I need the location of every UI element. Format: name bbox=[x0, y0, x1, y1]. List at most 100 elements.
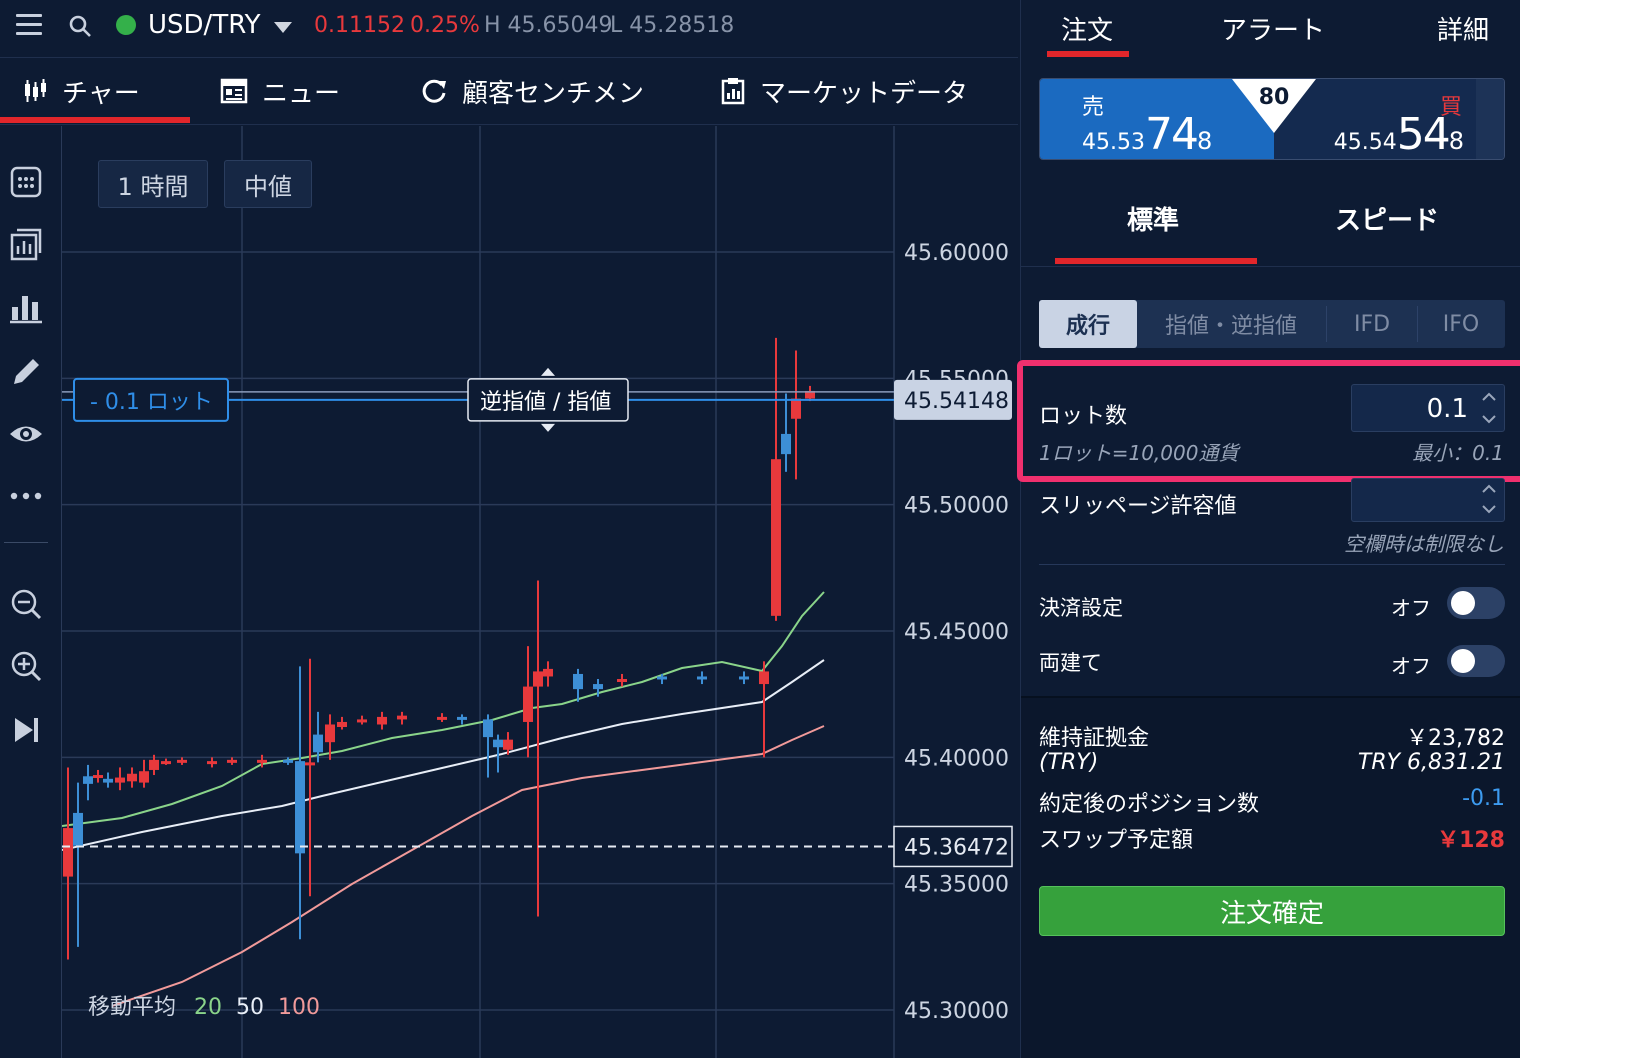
candle-body-up[interactable] bbox=[161, 761, 171, 765]
settle-toggle[interactable] bbox=[1447, 587, 1505, 619]
order-type-market[interactable]: 成行 bbox=[1039, 300, 1137, 348]
order-type-selector: 成行 指値・逆指値 IFD IFO bbox=[1039, 300, 1505, 348]
candle-body-down[interactable] bbox=[295, 761, 305, 854]
tab-order[interactable]: 注文 bbox=[1061, 10, 1113, 47]
chevron-down-icon[interactable] bbox=[1480, 501, 1498, 517]
tab-news[interactable]: ニュー bbox=[220, 71, 340, 111]
candle-body-up[interactable] bbox=[257, 759, 267, 763]
zoom-in-icon[interactable] bbox=[8, 648, 44, 684]
candle-body-up[interactable] bbox=[93, 775, 103, 779]
candle-body-down[interactable] bbox=[697, 676, 707, 680]
ma-legend-period: 20 bbox=[194, 995, 222, 1020]
candle-body-up[interactable] bbox=[127, 773, 137, 782]
mode-standard[interactable]: 標準 bbox=[1127, 200, 1179, 237]
candle-body-down[interactable] bbox=[573, 673, 583, 690]
clipboard-icon bbox=[721, 78, 745, 105]
tab-sentiment[interactable]: 顧客センチメン bbox=[420, 71, 644, 111]
candle-body-up[interactable] bbox=[617, 679, 627, 683]
margin-currency: (TRY) bbox=[1039, 750, 1099, 775]
candle-body-up[interactable] bbox=[357, 719, 367, 723]
candle-body-up[interactable] bbox=[503, 739, 513, 750]
candle-body-down[interactable] bbox=[313, 734, 323, 753]
candle-body-down[interactable] bbox=[73, 812, 83, 846]
swap-label: スワップ予定額 bbox=[1039, 828, 1194, 853]
ma-100-line bbox=[111, 725, 825, 1007]
candle-body-up[interactable] bbox=[63, 828, 73, 877]
candle-body-up[interactable] bbox=[139, 771, 149, 783]
chart-canvas[interactable]: 45.6000045.5500045.5000045.4500045.40000… bbox=[62, 126, 1018, 1058]
pair-selector[interactable]: USD/TRY bbox=[116, 10, 293, 40]
tab-details[interactable]: 詳細 bbox=[1437, 10, 1489, 47]
pair-name: USD/TRY bbox=[148, 10, 261, 40]
candle-body-up[interactable] bbox=[397, 715, 407, 720]
candle-body-up[interactable] bbox=[437, 716, 447, 720]
slippage-stepper[interactable] bbox=[1351, 478, 1505, 522]
order-line-label: - 0.1 ロット bbox=[90, 390, 213, 415]
candle-body-up[interactable] bbox=[305, 762, 315, 766]
indicator-icon[interactable] bbox=[8, 226, 44, 262]
bar-chart-icon[interactable] bbox=[8, 290, 44, 326]
order-type-ifo[interactable]: IFO bbox=[1417, 300, 1505, 348]
calculator-icon[interactable] bbox=[8, 164, 44, 200]
buy-price-tail: 8 bbox=[1448, 127, 1464, 155]
tab-chart[interactable]: チャー bbox=[22, 71, 140, 111]
candle-body-down[interactable] bbox=[593, 684, 603, 690]
mode-speed[interactable]: スピード bbox=[1335, 200, 1439, 237]
eye-icon[interactable] bbox=[8, 416, 44, 452]
candle-body-down[interactable] bbox=[283, 759, 293, 763]
chevron-down-icon bbox=[274, 21, 293, 33]
candle-body-down[interactable] bbox=[457, 716, 467, 720]
hedge-toggle[interactable] bbox=[1447, 645, 1505, 677]
candle-body-up[interactable] bbox=[227, 759, 237, 763]
tab-market-data[interactable]: マーケットデータ bbox=[720, 71, 968, 111]
candle-body-down[interactable] bbox=[493, 739, 503, 748]
interval-selector[interactable]: 1 時間 bbox=[98, 160, 208, 208]
order-type-ifd[interactable]: IFD bbox=[1327, 300, 1417, 348]
candle-body-down[interactable] bbox=[483, 719, 493, 738]
candle-body-up[interactable] bbox=[759, 671, 769, 685]
chevron-up-icon[interactable] bbox=[1480, 481, 1498, 497]
more-icon[interactable] bbox=[8, 478, 44, 514]
candle-body-down[interactable] bbox=[83, 776, 93, 784]
candle-body-up[interactable] bbox=[523, 686, 533, 722]
menu-icon[interactable] bbox=[16, 14, 42, 38]
candle-body-up[interactable] bbox=[377, 716, 387, 725]
sell-price-big: 74 bbox=[1144, 109, 1199, 160]
tab-alert[interactable]: アラート bbox=[1221, 10, 1325, 47]
order-type-limit-stop[interactable]: 指値・逆指値 bbox=[1137, 300, 1325, 348]
price-change-pct: 0.25% bbox=[410, 13, 480, 38]
active-tab-indicator bbox=[0, 117, 190, 123]
drag-up-icon[interactable] bbox=[541, 367, 555, 376]
candle-body-down[interactable] bbox=[739, 676, 749, 680]
price-chart[interactable]: 45.60000 45.55000 45.50000 45.45000 45.40000… bbox=[62, 126, 1018, 1058]
candle-body-up[interactable] bbox=[207, 761, 217, 765]
price-type-selector[interactable]: 中値 bbox=[224, 160, 312, 208]
skip-end-icon[interactable] bbox=[8, 712, 44, 748]
pencil-icon[interactable] bbox=[8, 354, 44, 390]
swap-value: ￥128 bbox=[1437, 828, 1505, 853]
news-icon bbox=[220, 78, 248, 104]
candle-body-up[interactable] bbox=[115, 777, 125, 783]
margin-label: 維持証拠金 bbox=[1039, 726, 1150, 751]
candle-body-up[interactable] bbox=[177, 759, 187, 763]
search-icon[interactable] bbox=[68, 14, 92, 38]
margin-value: ￥23,782 bbox=[1406, 726, 1505, 751]
candle-body-down[interactable] bbox=[103, 778, 113, 783]
candle-body-down[interactable] bbox=[657, 676, 667, 680]
candle-body-up[interactable] bbox=[149, 759, 159, 770]
top-bar: USD/TRY 0.11152 0.25% H 45.65049 L 45.28… bbox=[0, 0, 1018, 58]
zoom-out-icon[interactable] bbox=[8, 586, 44, 622]
candle-body-down[interactable] bbox=[781, 433, 791, 455]
spread-value: 80 bbox=[1258, 85, 1290, 110]
candle-body-up[interactable] bbox=[771, 459, 781, 616]
candle-body-up[interactable] bbox=[325, 724, 335, 743]
drag-down-icon[interactable] bbox=[541, 423, 555, 432]
candle-body-up[interactable] bbox=[337, 721, 347, 728]
position-value: -0.1 bbox=[1462, 786, 1505, 811]
buy-edge bbox=[1476, 79, 1504, 159]
candle-body-up[interactable] bbox=[543, 668, 553, 677]
candle-body-up[interactable] bbox=[791, 398, 801, 419]
confirm-order-button[interactable]: 注文確定 bbox=[1039, 886, 1505, 936]
candle-body-up[interactable] bbox=[533, 671, 543, 687]
price-change: 0.11152 bbox=[314, 13, 405, 38]
